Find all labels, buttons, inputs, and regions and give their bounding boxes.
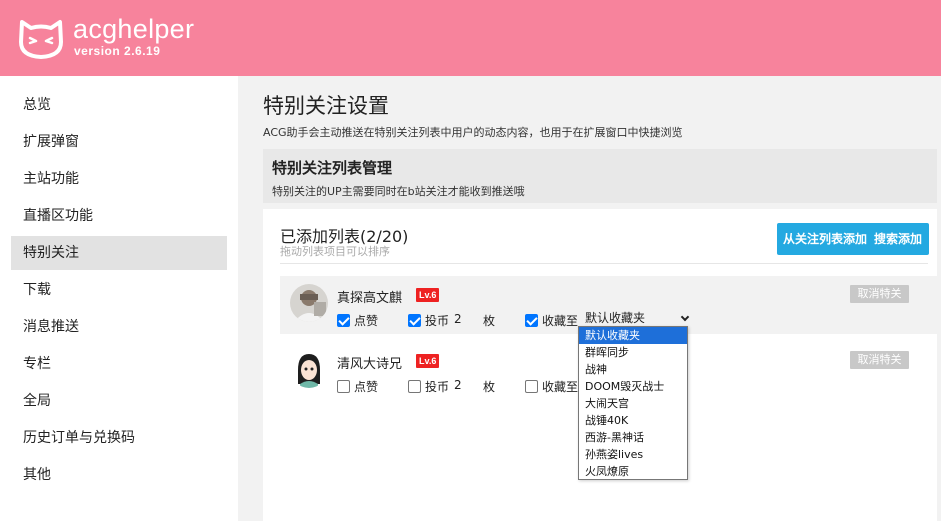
coin-count-input[interactable]: 2 xyxy=(454,378,462,392)
user-avatar-icon xyxy=(290,350,328,388)
dropdown-option[interactable]: 大闹天宫 xyxy=(579,395,687,412)
checkbox-checked-icon[interactable] xyxy=(337,314,350,327)
add-button-group: 从关注列表添加 搜索添加 xyxy=(777,223,929,255)
fav-checkbox[interactable]: 收藏至 xyxy=(525,378,578,395)
user-name[interactable]: 真探高文麒 xyxy=(337,287,402,306)
section-header: 特别关注列表管理 特别关注的UP主需要同时在b站关注才能收到推送哦 xyxy=(263,149,937,203)
cat-logo-icon xyxy=(19,20,63,59)
section-title: 特别关注列表管理 xyxy=(272,159,393,177)
divider xyxy=(280,263,928,264)
checkbox-checked-icon[interactable] xyxy=(525,314,538,327)
checkbox-checked-icon[interactable] xyxy=(408,314,421,327)
sidebar: 总览 扩展弹窗 主站功能 直播区功能 特别关注 下载 消息推送 专栏 全局 历史… xyxy=(0,76,238,521)
sidebar-item-global[interactable]: 全局 xyxy=(11,384,227,418)
level-badge: Lv.6 xyxy=(416,288,440,302)
folder-selected-value: 默认收藏夹 xyxy=(585,311,646,325)
sidebar-item-orders[interactable]: 历史订单与兑换码 xyxy=(11,421,227,455)
dropdown-option[interactable]: 战神 xyxy=(579,361,687,378)
coin-unit: 枚 xyxy=(483,314,496,328)
dropdown-option[interactable]: 群晖同步 xyxy=(579,344,687,361)
folder-dropdown-list[interactable]: 默认收藏夹 群晖同步 战神 DOOM毁灭战士 大闹天宫 战锤40K 西游-黑神话… xyxy=(578,326,688,480)
sidebar-item-main-site[interactable]: 主站功能 xyxy=(11,162,227,196)
coin-unit: 枚 xyxy=(483,380,496,394)
search-add-button[interactable]: 搜索添加 xyxy=(874,223,922,255)
user-name[interactable]: 清风大诗兄 xyxy=(337,353,402,372)
dropdown-option[interactable]: 战锤40K xyxy=(579,412,687,429)
coin-checkbox[interactable]: 投币 xyxy=(408,378,449,395)
avatar xyxy=(290,284,328,322)
coin-checkbox[interactable]: 投币 xyxy=(408,312,449,329)
cancel-follow-button[interactable]: 取消特关 xyxy=(850,351,909,369)
dropdown-option[interactable]: 默认收藏夹 xyxy=(579,327,687,344)
sidebar-item-download[interactable]: 下载 xyxy=(11,273,227,307)
like-label: 点赞 xyxy=(354,314,379,328)
sidebar-item-column[interactable]: 专栏 xyxy=(11,347,227,381)
fav-checkbox[interactable]: 收藏至 xyxy=(525,312,578,329)
brand-name: acghelper xyxy=(73,14,195,44)
sidebar-item-push[interactable]: 消息推送 xyxy=(11,310,227,344)
sidebar-item-live[interactable]: 直播区功能 xyxy=(11,199,227,233)
list-hint: 拖动列表项目可以排序 xyxy=(280,245,390,258)
like-checkbox[interactable]: 点赞 xyxy=(337,312,378,329)
like-checkbox[interactable]: 点赞 xyxy=(337,378,378,395)
level-badge: Lv.6 xyxy=(416,354,440,368)
brand-version: version 2.6.19 xyxy=(74,44,161,58)
checkbox-unchecked-icon[interactable] xyxy=(337,380,350,393)
checkbox-unchecked-icon[interactable] xyxy=(525,380,538,393)
dropdown-option[interactable]: 孙燕姿lives xyxy=(579,446,687,463)
sidebar-item-special-follow[interactable]: 特别关注 xyxy=(11,236,227,270)
coin-label: 投币 xyxy=(425,314,450,328)
dropdown-option[interactable]: DOOM毁灭战士 xyxy=(579,378,687,395)
cancel-follow-button[interactable]: 取消特关 xyxy=(850,285,909,303)
user-avatar-icon xyxy=(290,284,328,322)
folder-select[interactable]: 默认收藏夹 xyxy=(580,309,692,327)
sidebar-item-other[interactable]: 其他 xyxy=(11,458,227,492)
page-title: 特别关注设置 xyxy=(263,94,389,118)
fav-label: 收藏至 xyxy=(542,380,579,394)
page-description: ACG助手会主动推送在特别关注列表中用户的动态内容，也用于在扩展窗口中快捷浏览 xyxy=(263,126,683,139)
avatar xyxy=(290,350,328,388)
chevron-down-icon xyxy=(680,312,690,322)
coin-label: 投币 xyxy=(425,380,450,394)
fav-label: 收藏至 xyxy=(542,314,579,328)
app-header: acghelper version 2.6.19 xyxy=(0,0,941,76)
section-description: 特别关注的UP主需要同时在b站关注才能收到推送哦 xyxy=(272,185,525,198)
like-label: 点赞 xyxy=(354,380,379,394)
sidebar-item-popup[interactable]: 扩展弹窗 xyxy=(11,125,227,159)
coin-count-input[interactable]: 2 xyxy=(454,312,462,326)
checkbox-unchecked-icon[interactable] xyxy=(408,380,421,393)
dropdown-option[interactable]: 火凤燎原 xyxy=(579,463,687,480)
dropdown-option[interactable]: 西游-黑神话 xyxy=(579,429,687,446)
sidebar-item-overview[interactable]: 总览 xyxy=(11,88,227,122)
add-from-follow-button[interactable]: 从关注列表添加 xyxy=(783,223,867,255)
